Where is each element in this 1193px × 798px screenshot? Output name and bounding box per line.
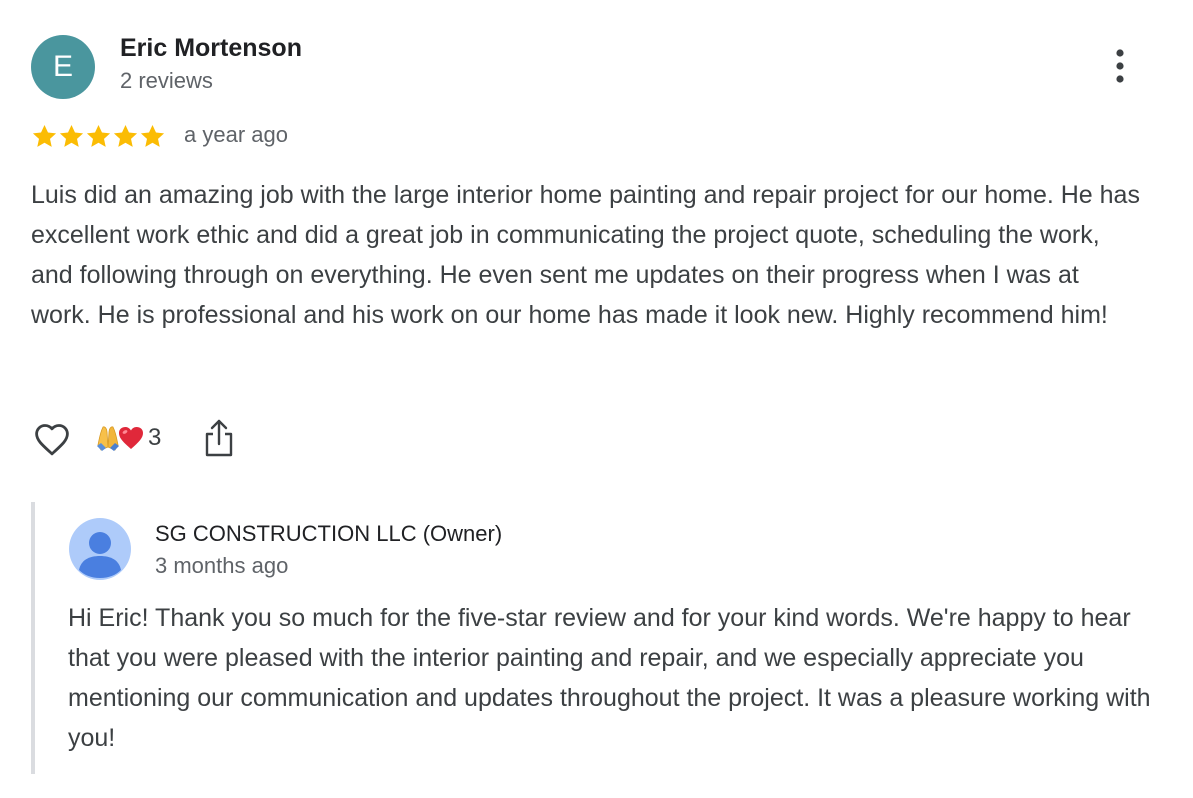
- star-icon: [59, 124, 84, 147]
- person-icon: [79, 532, 121, 578]
- review-time: a year ago: [184, 122, 288, 147]
- reviewer-avatar[interactable]: E: [31, 35, 95, 99]
- like-button[interactable]: [31, 418, 73, 460]
- star-icon: [32, 124, 57, 147]
- heart-outline-icon: [35, 424, 69, 456]
- more-vert-icon: [1116, 49, 1124, 83]
- reviewer-name[interactable]: Eric Mortenson: [120, 34, 302, 63]
- review-count: 2 reviews: [120, 68, 213, 93]
- owner-reply: SG CONSTRUCTION LLC (Owner) 3 months ago…: [31, 502, 1165, 774]
- red-heart-emoji-icon: [119, 427, 143, 449]
- share-icon: [205, 419, 233, 457]
- reply-text: Hi Eric! Thank you so much for the five-…: [68, 604, 1151, 752]
- reply-time: 3 months ago: [155, 553, 289, 578]
- owner-name: SG CONSTRUCTION LLC (Owner): [155, 521, 503, 546]
- share-button[interactable]: [201, 417, 237, 459]
- reaction-count: 3: [148, 424, 162, 451]
- star-rating: [31, 120, 166, 152]
- reactions-summary[interactable]: 3: [96, 420, 161, 456]
- star-icon: [140, 124, 165, 147]
- star-icon: [86, 124, 111, 147]
- review-text: Luis did an amazing job with the large i…: [31, 181, 1140, 329]
- star-icon: [113, 124, 138, 147]
- owner-avatar[interactable]: [69, 518, 131, 580]
- more-options-button[interactable]: [1102, 44, 1138, 88]
